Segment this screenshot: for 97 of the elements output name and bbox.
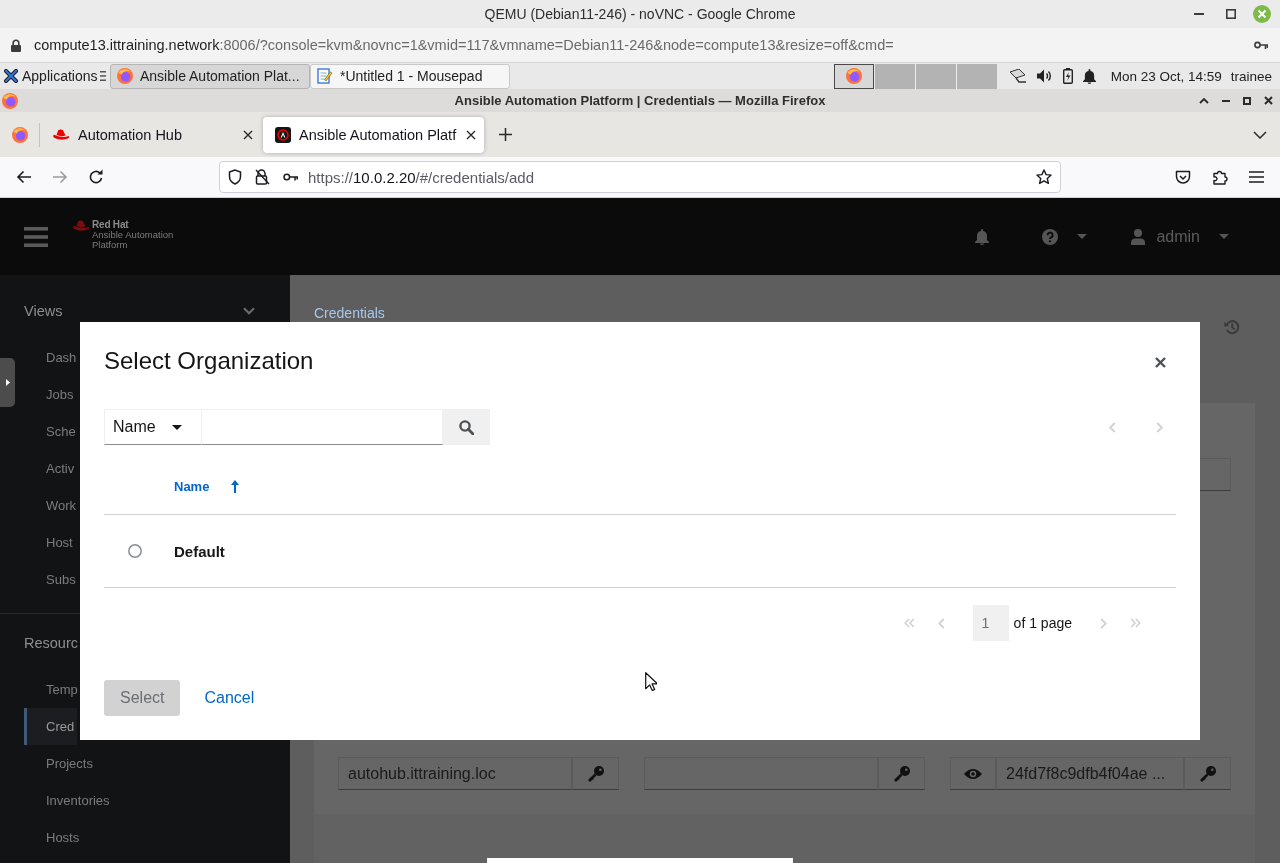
link-button[interactable]: Cancel [188, 680, 271, 716]
firefox-icon [2, 92, 18, 109]
plus-icon[interactable] [499, 128, 512, 141]
caret-right-icon [5, 379, 10, 386]
key-icon [587, 765, 604, 782]
lock-icon[interactable] [11, 38, 21, 52]
url-field[interactable]: https://10.0.2.20/#/credentials/add [219, 161, 1061, 193]
minimize-icon[interactable] [1222, 99, 1230, 102]
applications-menu[interactable]: Applications [0, 68, 100, 84]
column-header[interactable]: Name [174, 478, 240, 494]
menu-icon[interactable] [1249, 171, 1264, 183]
speaker-icon[interactable] [1036, 69, 1053, 83]
nav-item[interactable]: Cred [24, 708, 78, 745]
key-icon[interactable] [283, 173, 298, 181]
browser-tab[interactable]: Automation Hub [40, 116, 261, 153]
logo-tile-icon [275, 126, 291, 143]
input-field[interactable]: autohub.ittraining.loc [338, 757, 572, 790]
search-input[interactable] [202, 409, 443, 445]
product-name: Ansible Automation [92, 230, 174, 240]
reload-icon[interactable] [88, 169, 104, 185]
input-field[interactable] [644, 757, 878, 790]
task-button[interactable]: *Untitled 1 - Mousepad [310, 63, 510, 89]
search-button[interactable] [443, 409, 490, 445]
pocket-icon[interactable] [1175, 169, 1191, 185]
task-button[interactable]: Ansible Automation Plat... [110, 63, 310, 89]
eye-icon [964, 767, 982, 780]
help-icon[interactable] [1042, 228, 1059, 245]
caret-down-icon[interactable] [1077, 234, 1088, 239]
section-title[interactable]: Views [24, 303, 63, 319]
clock-text[interactable]: Mon 23 Oct, 14:59 [1110, 68, 1222, 84]
search-icon [459, 419, 474, 435]
caret-down-icon [172, 424, 182, 430]
brand-name: Red Hat [92, 220, 130, 230]
key-icon [1199, 765, 1216, 782]
key-button[interactable] [878, 757, 925, 790]
input-field[interactable]: 24fd7f8c9dfb4f04ae ... [996, 757, 1184, 790]
back-arrow-icon[interactable] [16, 170, 32, 184]
maximize-icon[interactable] [1226, 9, 1236, 19]
key-icon[interactable] [1254, 41, 1268, 49]
lock-icon[interactable] [255, 169, 270, 185]
shield-icon[interactable] [228, 169, 242, 185]
notepad-icon [317, 68, 333, 84]
chevron-down-icon[interactable] [1253, 130, 1267, 139]
user-name[interactable]: trainee [1230, 68, 1280, 84]
show-button[interactable] [950, 757, 996, 790]
breadcrumb-link[interactable]: Credentials [314, 304, 385, 322]
key-button[interactable] [1184, 757, 1231, 790]
puzzle-icon[interactable] [1212, 169, 1228, 185]
key-icon [893, 765, 910, 782]
key-button[interactable] [572, 757, 619, 790]
sidebar-toggle[interactable] [0, 358, 15, 407]
dialog-title: Select Organization [104, 346, 314, 376]
nav-item[interactable]: Work [24, 487, 80, 524]
mouse-pointer-icon [645, 672, 657, 691]
user-icon[interactable] [1131, 228, 1146, 245]
close-icon[interactable] [466, 129, 476, 140]
close-icon[interactable] [1155, 357, 1166, 368]
window-title: QEMU (Debian11-246) - noVNC - Google Chrome [484, 6, 796, 22]
browser-tab[interactable]: Ansible Automation Platf [263, 116, 484, 153]
grip-icon[interactable] [100, 71, 106, 81]
fedora-hat-icon [72, 220, 90, 232]
filter-dropdown[interactable]: Name [104, 409, 202, 445]
page-count: of 1 page [1013, 615, 1072, 631]
workspace-button[interactable] [833, 63, 874, 89]
caret-down-icon[interactable] [1219, 234, 1229, 239]
firefox-icon [117, 68, 133, 84]
nav-item[interactable]: Host [24, 524, 76, 561]
x-mark-icon [4, 69, 18, 83]
nav-item[interactable]: Temp [24, 671, 81, 708]
nav-item[interactable]: Inventories [24, 782, 113, 819]
page-input[interactable]: 1 [972, 605, 1009, 641]
firefox-icon[interactable] [12, 126, 28, 143]
close-icon[interactable] [1264, 96, 1273, 105]
nav-item[interactable]: Activ [24, 450, 78, 487]
product-name: Platform [92, 240, 129, 250]
star-icon[interactable] [1036, 169, 1052, 185]
firefox-icon [845, 68, 862, 84]
battery-icon[interactable] [1062, 68, 1073, 84]
nav-item[interactable]: Jobs [24, 376, 77, 413]
nav-item[interactable]: Subs [24, 561, 79, 598]
radio-button[interactable] [128, 544, 142, 558]
user-name[interactable]: admin [1156, 227, 1200, 246]
network-icon[interactable] [1008, 69, 1027, 83]
fedora-hat-icon [52, 128, 70, 141]
section-title[interactable]: Resourc [24, 635, 78, 651]
bell-icon[interactable] [1082, 68, 1096, 84]
url-text[interactable]: compute13.ittraining.network:8006/?console=kvm&novnc=1&vmid=117&vmname=Debian11-246&node=compute13&resize=off&cmd= [34, 37, 894, 53]
url-text[interactable]: https://10.0.2.20/#/credentials/add [308, 168, 534, 186]
maximize-icon[interactable] [1243, 96, 1251, 105]
window-title: Ansible Automation Platform | Credentials — Mozilla Firefox [454, 93, 826, 108]
chevron-up-icon[interactable] [1199, 97, 1209, 104]
nav-item[interactable]: Hosts [24, 819, 83, 856]
nav-item[interactable]: Projects [24, 745, 96, 782]
close-icon[interactable] [243, 129, 253, 140]
table-cell: Default [174, 542, 225, 560]
nav-item[interactable]: Dash [24, 339, 80, 376]
nav-item[interactable]: Sche [24, 413, 79, 450]
